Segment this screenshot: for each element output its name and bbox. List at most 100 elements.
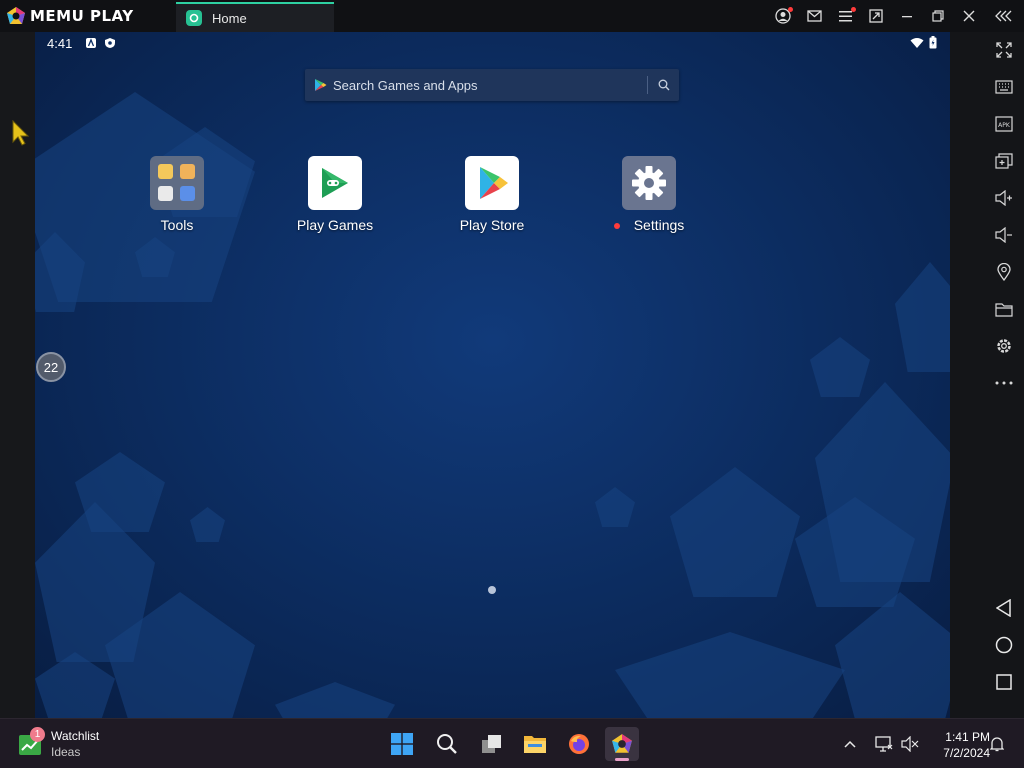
mail-button[interactable]: [803, 6, 825, 26]
notification-dot: [851, 7, 856, 12]
gear-icon: [622, 156, 676, 210]
memu-logo-icon: [612, 734, 632, 753]
notification-a-icon: [86, 38, 96, 48]
bg-shape: [815, 382, 950, 582]
windows-icon: [391, 733, 413, 755]
show-hidden-icons-button[interactable]: [835, 727, 865, 761]
back-icon: [996, 599, 1011, 617]
app-settings[interactable]: Settings: [594, 156, 704, 246]
mouse-cursor-icon: [12, 120, 30, 146]
android-home-icon: [186, 10, 202, 26]
battery-icon: [929, 36, 937, 49]
android-status-bar: 4:41: [35, 32, 950, 56]
android-screen[interactable]: 4:41 Search Games and Apps Tools Play Ga…: [35, 32, 950, 718]
app-play-store[interactable]: Play Store: [437, 156, 547, 246]
page-indicator: [488, 586, 496, 594]
tab-home[interactable]: Home: [176, 2, 334, 32]
sidebar-toggle-button[interactable]: [865, 6, 887, 26]
watchlist-title: Watchlist: [51, 729, 100, 743]
file-explorer-button[interactable]: [518, 727, 552, 761]
status-time: 4:41: [47, 36, 73, 51]
multi-instance-button[interactable]: [988, 147, 1020, 175]
notification-badge: 1: [30, 727, 45, 742]
windows-taskbar: 1 Watchlist Ideas 1:41 PM 7/2/2024: [0, 718, 1024, 768]
mail-icon: [806, 10, 822, 22]
start-button[interactable]: [385, 727, 419, 761]
volume-down-button[interactable]: [988, 221, 1020, 249]
resize-icon: [869, 9, 883, 23]
restore-icon: [932, 10, 944, 22]
bg-shape: [895, 262, 950, 372]
play-games-icon: [308, 156, 362, 210]
recents-button[interactable]: [988, 668, 1020, 696]
title-bar: MEMU PLAY Home: [0, 0, 1024, 32]
bg-shape: [190, 507, 225, 542]
bg-shape: [275, 682, 395, 718]
app-label: Settings: [633, 217, 685, 233]
menu-button[interactable]: [834, 6, 856, 26]
recents-icon: [996, 674, 1012, 690]
bell-icon: [990, 737, 1004, 752]
bg-shape: [670, 467, 800, 597]
location-icon: [997, 263, 1011, 281]
settings-icon: [997, 339, 1011, 353]
back-button[interactable]: [988, 594, 1020, 622]
app-tools[interactable]: Tools: [122, 156, 232, 246]
volume-down-icon: [995, 227, 1012, 243]
svg-text:APK: APK: [998, 122, 1011, 129]
apk-icon: APK: [995, 116, 1013, 132]
firefox-button[interactable]: [562, 727, 596, 761]
home-icon: [995, 636, 1013, 654]
notification-dot: [788, 7, 793, 12]
close-button[interactable]: [958, 6, 980, 26]
menu-icon: [838, 11, 852, 22]
more-icon: [995, 381, 1013, 385]
volume-up-button[interactable]: [988, 184, 1020, 212]
multi-instance-icon: [995, 153, 1013, 169]
memu-taskbar-button[interactable]: [605, 727, 639, 761]
apk-install-button[interactable]: APK: [988, 110, 1020, 138]
minimize-button[interactable]: [896, 6, 918, 26]
search-icon: [437, 734, 457, 754]
app-label: Play Store: [459, 217, 525, 233]
chevron-up-icon: [844, 740, 856, 748]
task-view-button[interactable]: [475, 727, 509, 761]
bg-shape: [595, 487, 635, 527]
more-button[interactable]: [988, 369, 1020, 397]
watchlist-widget[interactable]: 1 Watchlist Ideas: [12, 727, 212, 761]
taskbar-search-button[interactable]: [430, 727, 464, 761]
location-button[interactable]: [988, 258, 1020, 286]
notifications-button[interactable]: [984, 727, 1010, 761]
bg-shape: [835, 592, 950, 718]
settings-button[interactable]: [988, 332, 1020, 360]
clock-time: 1:41 PM: [945, 730, 990, 744]
active-app-indicator: [615, 758, 629, 761]
file-explorer-icon: [524, 736, 546, 753]
collapse-sidebar-button[interactable]: [993, 6, 1015, 26]
bg-shape: [615, 632, 845, 718]
shield-icon: [105, 38, 115, 48]
chevrons-left-icon: [995, 10, 1012, 22]
watchlist-subtitle: Ideas: [51, 745, 81, 759]
maximize-button[interactable]: [927, 6, 949, 26]
network-icon: [875, 736, 893, 752]
tab-label: Home: [212, 10, 247, 26]
account-button[interactable]: [772, 6, 794, 26]
app-label: Tools: [160, 217, 194, 233]
wifi-icon: [910, 38, 924, 48]
volume-up-icon: [995, 190, 1012, 206]
home-button[interactable]: [988, 631, 1020, 659]
search-bar[interactable]: Search Games and Apps: [305, 69, 679, 101]
search-divider: [647, 76, 648, 94]
taskbar-clock[interactable]: 1:41 PM 7/2/2024: [920, 729, 990, 761]
cpu-usage-indicator[interactable]: 22: [36, 352, 66, 382]
fullscreen-button[interactable]: [988, 36, 1020, 64]
shared-folder-button[interactable]: [988, 295, 1020, 323]
logo-text: MEMU PLAY: [30, 7, 134, 25]
task-view-icon: [482, 735, 501, 753]
volume-muted-icon: [901, 736, 919, 752]
app-play-games[interactable]: Play Games: [280, 156, 390, 246]
folder-icon: [995, 302, 1013, 317]
search-icon[interactable]: [658, 79, 670, 91]
keyboard-button[interactable]: [988, 73, 1020, 101]
